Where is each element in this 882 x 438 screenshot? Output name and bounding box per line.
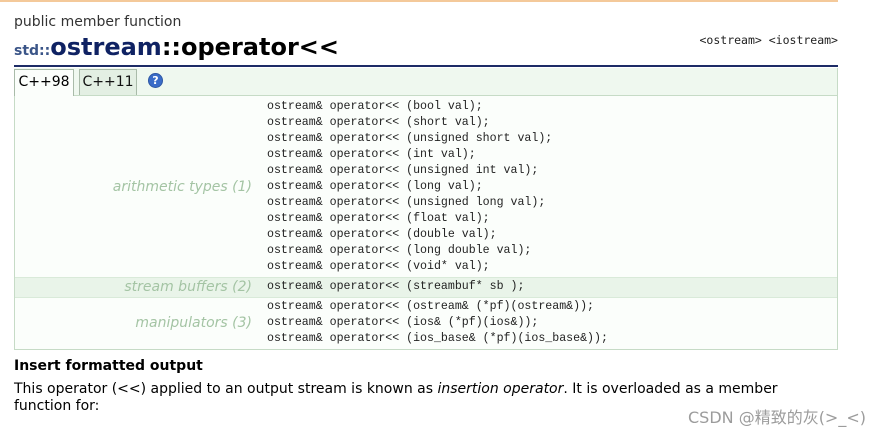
prototype-group-label: arithmetic types (1) bbox=[112, 179, 252, 195]
prototype-group-stream-buffers: stream buffers (2) ostream& operator<< (… bbox=[15, 277, 837, 297]
title-namespace: std:: bbox=[14, 43, 51, 59]
prototype-code-block: ostream& operator<< (ostream& (*pf)(ostr… bbox=[258, 299, 608, 347]
title-member-name: ::operator<< bbox=[161, 33, 339, 61]
prototype-line: ostream& operator<< (float val); bbox=[267, 212, 490, 225]
term-insertion-operator: insertion operator bbox=[437, 381, 564, 397]
description-text: This operator (<<) applied to an output … bbox=[14, 381, 438, 397]
prototype-group-arithmetic: arithmetic types (1) ostream& operator<<… bbox=[15, 96, 837, 277]
help-icon[interactable]: ? bbox=[148, 73, 163, 88]
prototype-code-block: ostream& operator<< (streambuf* sb ); bbox=[258, 279, 524, 295]
help-glyph: ? bbox=[152, 74, 159, 87]
prototype-line: ostream& operator<< (ios& (*pf)(ios&)); bbox=[267, 316, 539, 329]
standard-version-tabs: C++98 C++11 ? bbox=[14, 68, 838, 96]
top-accent-rule bbox=[0, 0, 838, 2]
csdn-watermark: CSDN @精致的灰(>_<) bbox=[687, 408, 866, 427]
prototype-line: ostream& operator<< (int val); bbox=[267, 148, 476, 161]
prototype-group-manipulators: manipulators (3) ostream& operator<< (os… bbox=[15, 297, 837, 349]
tab-cpp11[interactable]: C++11 bbox=[79, 69, 137, 95]
header-link-ostream[interactable]: <ostream> bbox=[700, 33, 762, 47]
prototype-group-label: manipulators (3) bbox=[135, 315, 252, 331]
prototype-group-label: stream buffers (2) bbox=[124, 279, 252, 295]
prototype-line: ostream& operator<< (ios_base& (*pf)(ios… bbox=[267, 332, 608, 345]
header-links: <ostream> <iostream> bbox=[700, 33, 839, 47]
prototype-line: ostream& operator<< (unsigned short val)… bbox=[267, 132, 553, 145]
entity-kind: public member function bbox=[14, 14, 182, 30]
prototype-line: ostream& operator<< (long double val); bbox=[267, 244, 532, 257]
header-link-iostream[interactable]: <iostream> bbox=[769, 33, 838, 47]
section-heading: Insert formatted output bbox=[14, 358, 203, 374]
prototype-code-block: ostream& operator<< (bool val); ostream&… bbox=[258, 99, 552, 275]
prototype-line: ostream& operator<< (long val); bbox=[267, 180, 483, 193]
title-underline bbox=[14, 65, 838, 67]
prototype-line: ostream& operator<< (streambuf* sb ); bbox=[267, 280, 525, 293]
prototype-table: arithmetic types (1) ostream& operator<<… bbox=[14, 95, 838, 350]
title-class-name: ostream bbox=[50, 33, 162, 61]
prototype-line: ostream& operator<< (short val); bbox=[267, 116, 490, 129]
page-title: std::ostream::operator<< bbox=[14, 33, 339, 65]
prototype-line: ostream& operator<< (unsigned int val); bbox=[267, 164, 539, 177]
prototype-line: ostream& operator<< (void* val); bbox=[267, 260, 490, 273]
prototype-line: ostream& operator<< (bool val); bbox=[267, 100, 483, 113]
prototype-line: ostream& operator<< (ostream& (*pf)(ostr… bbox=[267, 300, 594, 313]
prototype-line: ostream& operator<< (double val); bbox=[267, 228, 497, 241]
tab-cpp98[interactable]: C++98 bbox=[14, 69, 74, 96]
prototype-line: ostream& operator<< (unsigned long val); bbox=[267, 196, 546, 209]
